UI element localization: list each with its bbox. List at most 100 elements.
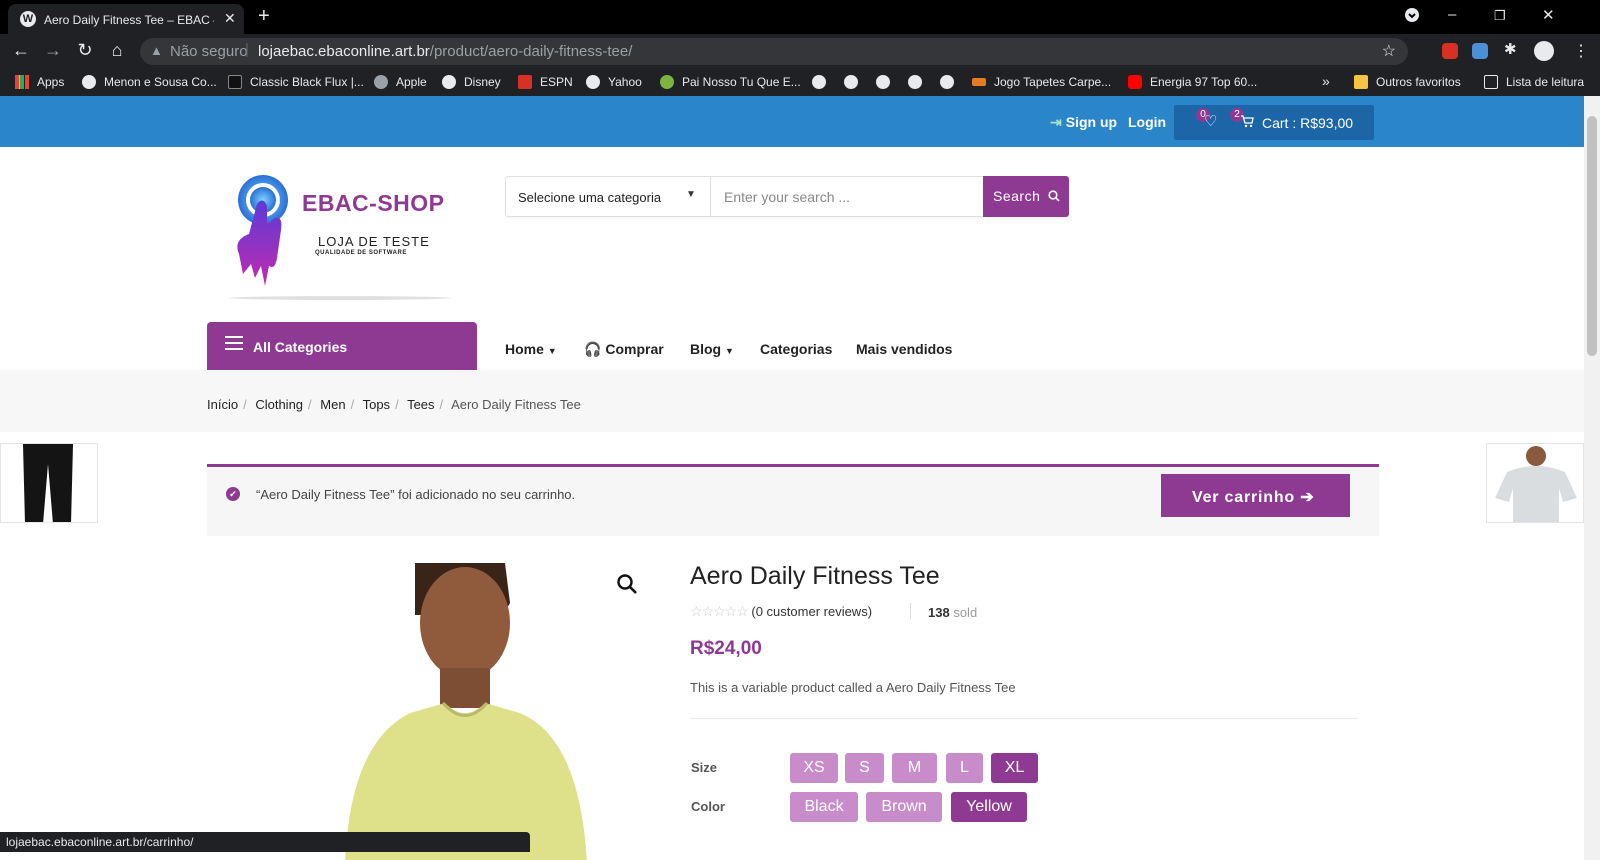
extension-cloud-icon[interactable] [1472, 43, 1488, 59]
bookmark-globe[interactable] [940, 75, 962, 89]
color-option-brown[interactable]: Brown [866, 792, 942, 822]
warning-icon: ▲ [150, 43, 163, 58]
bookmark-globe[interactable] [812, 75, 834, 89]
bookmark-item[interactable]: Yahoo [586, 75, 642, 89]
url-host: lojaebac.ebaconline.art.br [258, 43, 430, 60]
category-select[interactable]: Selecione uma categoria ▼ [506, 177, 711, 216]
apple-icon [374, 75, 388, 89]
bookmark-apps[interactable]: Apps [15, 75, 64, 89]
bookmark-item[interactable]: Pai Nosso Tu Que E... [660, 75, 801, 89]
bookmark-globe[interactable] [908, 75, 930, 89]
bookmarks-overflow-icon[interactable]: » [1322, 73, 1330, 89]
hamburger-icon [225, 336, 243, 354]
cart-box[interactable]: 0 ♡ 2 Cart : R$93,00 [1174, 105, 1374, 140]
search-input[interactable] [712, 177, 982, 216]
size-option-m[interactable]: M [892, 753, 937, 783]
new-tab-button[interactable]: + [258, 5, 270, 28]
bookmark-item[interactable]: ESPN [518, 75, 573, 89]
size-option-xs[interactable]: XS [790, 753, 838, 783]
search-button-label: Search [993, 188, 1041, 204]
size-label: Size [691, 760, 718, 775]
url-path: /product/aero-daily-fitness-tee/ [429, 43, 633, 60]
reading-list[interactable]: Lista de leitura [1484, 75, 1584, 89]
bookmark-item[interactable]: Energia 97 Top 60... [1128, 75, 1257, 89]
view-cart-button[interactable]: Ver carrinho ➔ [1161, 474, 1350, 517]
profile-dropdown-icon[interactable] [1404, 7, 1420, 27]
breadcrumb: Início / Clothing / Men / Tops / Tees / Aero … [207, 397, 581, 412]
extension-santander-icon[interactable] [1442, 43, 1458, 59]
cart-icon [1240, 114, 1254, 133]
model-yellow-tee-image [345, 563, 587, 860]
nav-categorias[interactable]: Categorias [760, 341, 832, 357]
page-scrollbar[interactable] [1584, 96, 1600, 860]
nav-mais-vendidos[interactable]: Mais vendidos [856, 341, 952, 357]
size-option-s[interactable]: S [845, 753, 884, 783]
breadcrumb-link[interactable]: Início [207, 397, 238, 412]
check-circle-icon: ✔ [226, 487, 240, 501]
browser-tab-strip: W Aero Daily Fitness Tee – EBAC – S ✕ + … [0, 0, 1600, 34]
minimize-icon[interactable]: – [1448, 6, 1456, 23]
brand-subtagline: QUALIDADE DE SOFTWARE [315, 250, 407, 256]
signup-label: Sign up [1065, 114, 1118, 130]
nav-comprar[interactable]: 🎧 Comprar [584, 341, 664, 358]
sold-count: 138 sold [928, 605, 977, 620]
previous-product-thumbnail[interactable] [0, 443, 98, 523]
bookmark-item[interactable]: Apple [374, 75, 427, 89]
browser-tab[interactable]: W Aero Daily Fitness Tee – EBAC – S ✕ [8, 4, 244, 34]
bookmark-globe[interactable] [876, 75, 898, 89]
heart-icon[interactable]: ♡ [1204, 112, 1217, 130]
globe-icon [876, 75, 890, 89]
color-option-yellow[interactable]: Yellow [951, 792, 1027, 822]
flux-icon [228, 75, 242, 89]
home-icon[interactable]: ⌂ [106, 40, 128, 61]
extensions-puzzle-icon[interactable]: ✱ [1504, 40, 1520, 58]
next-product-thumbnail[interactable] [1486, 443, 1584, 523]
star-rating-icon: ☆☆☆☆☆ [690, 603, 749, 619]
forward-icon[interactable]: → [42, 40, 64, 61]
breadcrumb-link[interactable]: Tops [363, 397, 390, 412]
brand-tagline: LOJA DE TESTE [318, 234, 430, 249]
color-option-black[interactable]: Black [790, 792, 858, 822]
back-icon[interactable]: ← [10, 40, 32, 61]
zoom-icon[interactable] [616, 573, 638, 595]
all-categories-button[interactable]: All Categories [207, 322, 477, 370]
close-window-icon[interactable]: ✕ [1542, 6, 1555, 24]
leaf-icon [660, 75, 674, 89]
nav-label: Comprar [605, 341, 664, 357]
url-text: lojaebac.ebaconline.art.br/product/aero-… [258, 43, 632, 60]
globe-icon [844, 75, 858, 89]
bookmark-label: Apps [37, 75, 65, 89]
size-option-l[interactable]: L [946, 753, 983, 783]
bookmark-item[interactable]: Classic Black Flux |... [228, 75, 364, 89]
breadcrumb-link[interactable]: Clothing [255, 397, 303, 412]
nav-home[interactable]: Home ▼ [505, 341, 557, 357]
bookmark-globe[interactable] [844, 75, 866, 89]
search-button[interactable]: Search [983, 176, 1069, 217]
restore-icon[interactable]: ❐ [1494, 8, 1506, 24]
reviews-link[interactable]: (0 customer reviews) [751, 604, 872, 619]
signup-link[interactable]: ⇥ Sign up [1050, 114, 1117, 131]
bookmark-item[interactable]: Jogo Tapetes Carpe... [972, 75, 1111, 89]
sold-number: 138 [928, 605, 950, 620]
size-option-xl[interactable]: XL [991, 753, 1038, 783]
nav-blog[interactable]: Blog ▼ [690, 341, 734, 357]
close-tab-icon[interactable]: ✕ [224, 10, 236, 27]
white-tee-image [1495, 446, 1577, 522]
bookmark-item[interactable]: Disney [442, 75, 501, 89]
browser-menu-icon[interactable]: ⋮ [1570, 41, 1592, 61]
caret-down-icon: ▼ [725, 346, 734, 356]
product-description: This is a variable product called a Aero… [690, 680, 1016, 695]
address-bar[interactable]: ▲ Não seguro | lojaebac.ebaconline.art.b… [140, 38, 1408, 65]
bookmark-star-icon[interactable]: ☆ [1382, 41, 1396, 61]
headphones-icon: 🎧 [584, 341, 602, 357]
avatar[interactable] [1534, 41, 1554, 61]
breadcrumb-link[interactable]: Tees [407, 397, 434, 412]
bookmark-item[interactable]: Menon e Sousa Co... [82, 75, 217, 89]
bookmark-folder-outros[interactable]: Outros favoritos [1354, 75, 1461, 89]
product-image[interactable] [325, 563, 605, 860]
breadcrumb-link[interactable]: Men [320, 397, 345, 412]
scrollbar-thumb[interactable] [1587, 116, 1597, 356]
reload-icon[interactable]: ↻ [74, 40, 96, 61]
login-link[interactable]: Login [1128, 114, 1166, 130]
bookmarks-bar: Apps Menon e Sousa Co... Classic Black F… [0, 68, 1600, 96]
